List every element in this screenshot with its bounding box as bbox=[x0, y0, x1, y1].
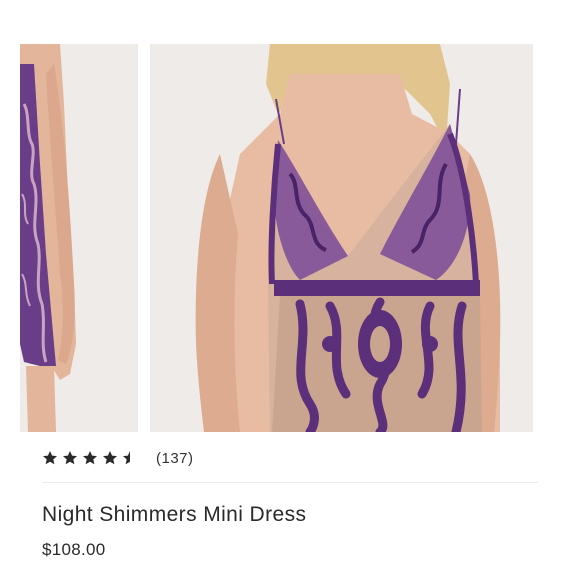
star-full-icon bbox=[43, 451, 57, 465]
star-half-icon bbox=[123, 451, 130, 465]
dress-photo-side-view bbox=[20, 44, 138, 432]
product-rating[interactable]: (137) bbox=[42, 445, 194, 471]
star-full-icon bbox=[83, 451, 97, 465]
review-count[interactable]: (137) bbox=[156, 450, 194, 467]
divider bbox=[42, 482, 538, 483]
product-image-main[interactable] bbox=[150, 44, 533, 432]
product-title: Night Shimmers Mini Dress bbox=[42, 503, 307, 526]
star-full-icon bbox=[63, 451, 77, 465]
product-image-gallery bbox=[0, 0, 580, 432]
dress-photo-front-closeup bbox=[150, 44, 533, 432]
rating-stars bbox=[42, 450, 142, 466]
product-price: $108.00 bbox=[42, 540, 106, 559]
star-full-icon bbox=[103, 451, 117, 465]
product-image-previous[interactable] bbox=[20, 44, 138, 432]
